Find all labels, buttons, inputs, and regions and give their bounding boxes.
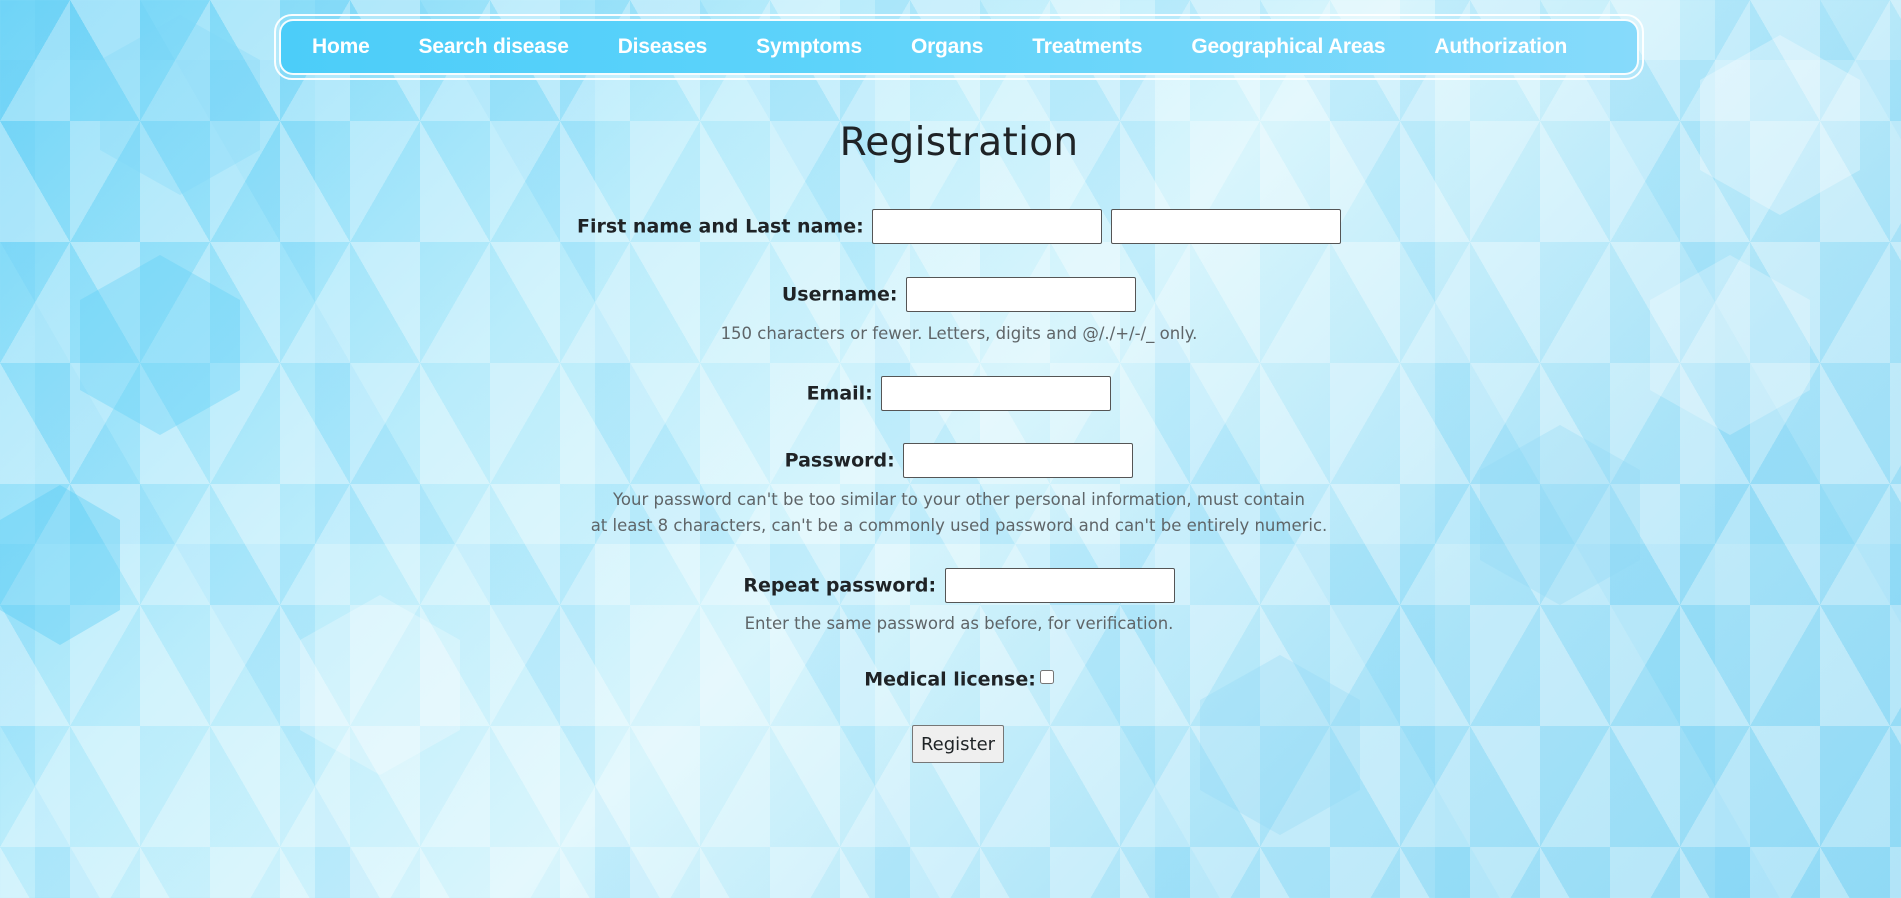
repeat-password-label: Repeat password: [743, 574, 937, 597]
password-help-line-2: at least 8 characters, can't be a common… [590, 516, 1328, 535]
register-button[interactable]: Register [912, 725, 1004, 763]
email-label: Email: [806, 382, 873, 405]
medical-license-checkbox[interactable] [1039, 669, 1054, 684]
nav-home[interactable]: Home [312, 35, 370, 59]
username-label: Username: [781, 283, 898, 306]
username-help-text: 150 characters or fewer. Letters, digits… [720, 324, 1198, 343]
password-input[interactable] [903, 443, 1134, 478]
password-help-line-1: Your password can't be too similar to yo… [613, 490, 1305, 509]
username-input[interactable] [906, 277, 1137, 312]
password-label: Password: [784, 449, 895, 472]
nav-treatments[interactable]: Treatments [1032, 35, 1142, 59]
nav-authorization[interactable]: Authorization [1434, 35, 1567, 59]
username-row: Username: [0, 277, 1901, 312]
name-row: First name and Last name: [0, 209, 1901, 244]
medical-license-label: Medical license: [864, 668, 1036, 691]
nav-symptoms[interactable]: Symptoms [756, 35, 862, 59]
email-input[interactable] [881, 376, 1112, 411]
nav-geographical-areas[interactable]: Geographical Areas [1191, 35, 1385, 59]
nav-diseases[interactable]: Diseases [618, 35, 708, 59]
nav-bar-frame: Home Search disease Diseases Symptoms Or… [274, 14, 1644, 80]
repeat-password-input[interactable] [944, 568, 1175, 603]
name-label: First name and Last name: [577, 215, 864, 238]
last-name-input[interactable] [1110, 209, 1341, 244]
email-row: Email: [0, 376, 1901, 411]
repeat-password-row: Repeat password: [0, 568, 1901, 603]
page-title: Registration [839, 120, 1079, 165]
main-nav: Home Search disease Diseases Symptoms Or… [279, 19, 1639, 75]
first-name-input[interactable] [872, 209, 1103, 244]
nav-search-disease[interactable]: Search disease [419, 35, 569, 59]
nav-organs[interactable]: Organs [911, 35, 984, 59]
medical-license-row: Medical license: [0, 668, 1901, 691]
password-row: Password: [0, 443, 1901, 478]
repeat-password-help-text: Enter the same password as before, for v… [744, 614, 1174, 633]
